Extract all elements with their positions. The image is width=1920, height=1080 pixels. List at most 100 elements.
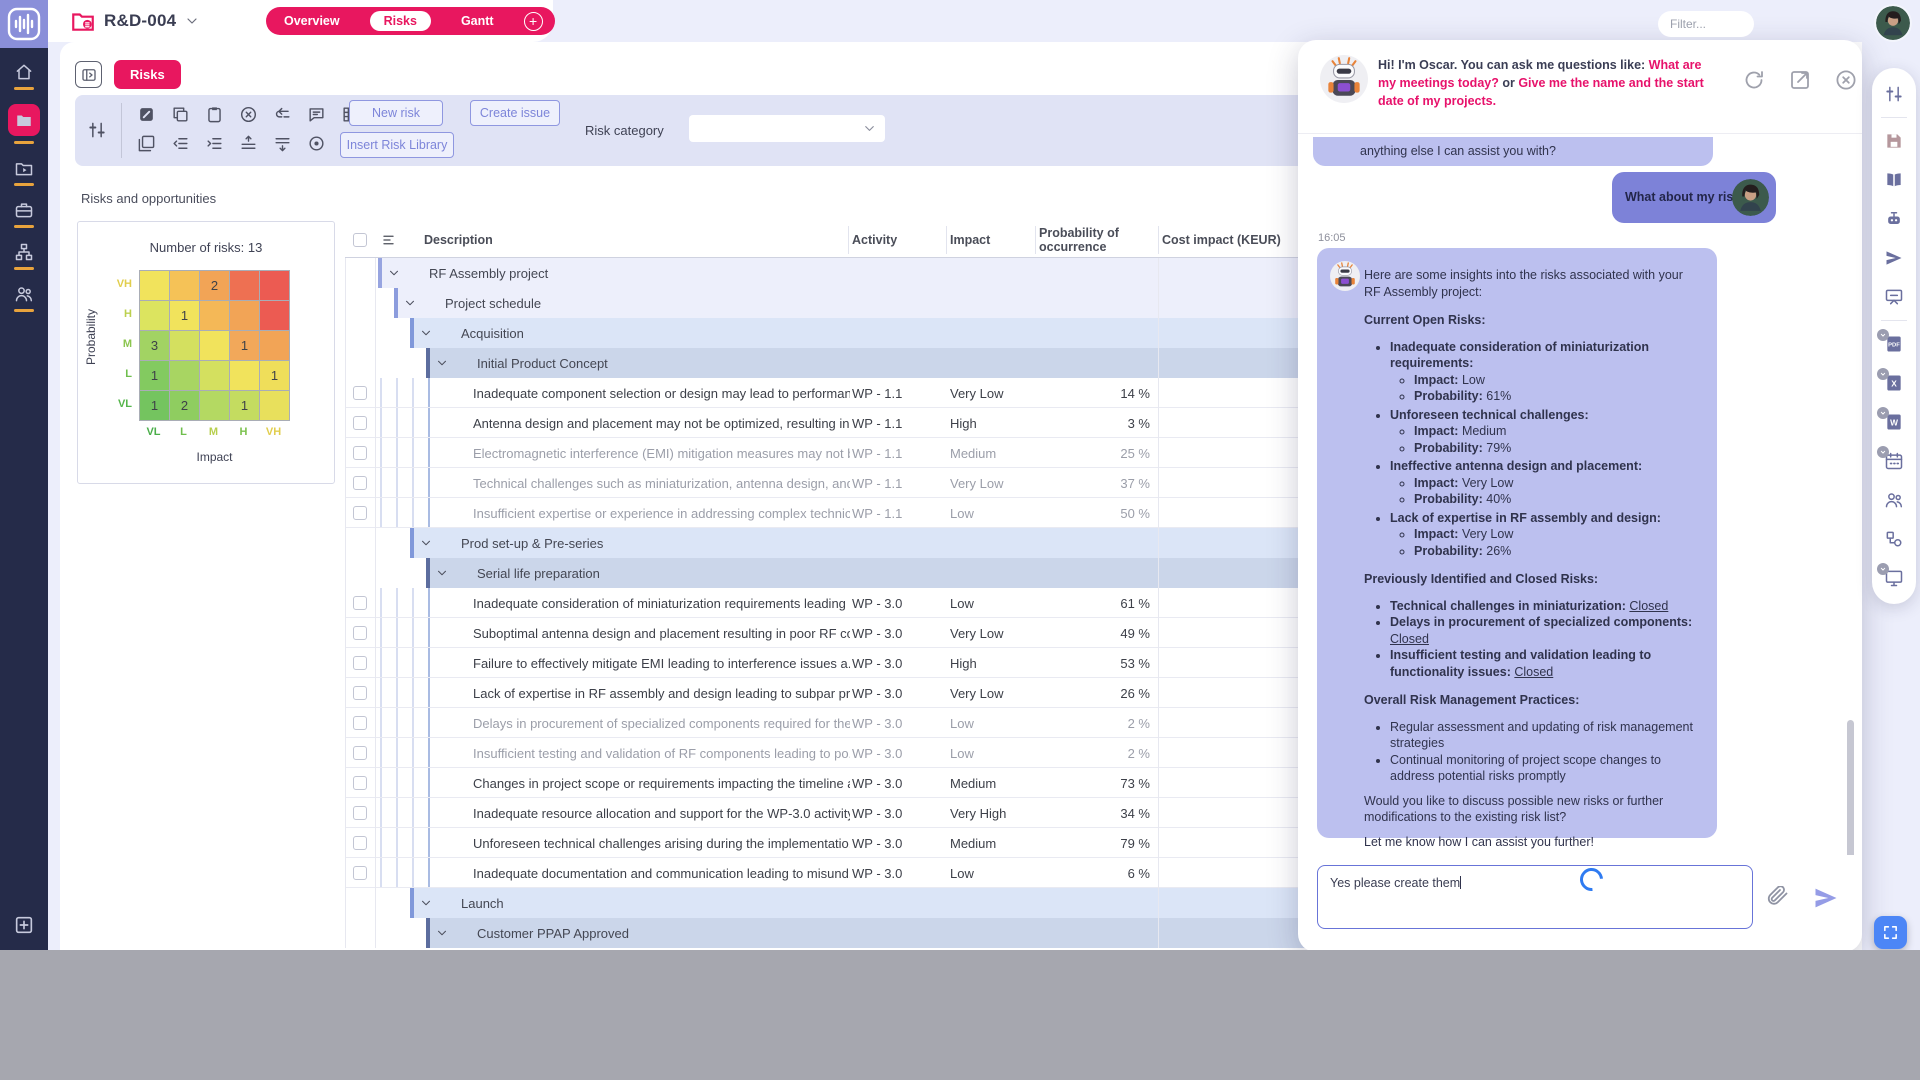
row-checkbox[interactable] — [353, 386, 367, 400]
calendar-export-button[interactable] — [1884, 451, 1904, 471]
risk-category-select[interactable] — [689, 115, 885, 142]
sidebar-item-media[interactable] — [14, 158, 34, 186]
table-row[interactable]: Inadequate documentation and communicati… — [345, 858, 1345, 888]
row-checkbox[interactable] — [353, 656, 367, 670]
matrix-cell-H-L[interactable]: 1 — [170, 301, 199, 330]
chevron-down-icon[interactable] — [419, 896, 433, 910]
refresh-icon[interactable] — [1742, 68, 1766, 92]
page-title[interactable]: Risks — [114, 60, 181, 89]
group-row-band[interactable]: Serial life preparation — [426, 558, 1345, 588]
users-button[interactable] — [1884, 490, 1904, 510]
group-row-band[interactable]: Project schedule — [394, 288, 1345, 318]
tune-button[interactable] — [1884, 84, 1904, 104]
group-row-band[interactable]: Acquisition — [410, 318, 1345, 348]
matrix-cell-M-H[interactable]: 1 — [230, 331, 259, 360]
matrix-cell-M-M[interactable] — [200, 331, 229, 360]
sidebar-add-button[interactable] — [0, 914, 48, 936]
table-row[interactable]: Changes in project scope or requirements… — [345, 768, 1345, 798]
robot-button[interactable] — [1884, 209, 1904, 229]
closed-status-link[interactable]: Closed — [1514, 665, 1553, 679]
table-row[interactable]: Inadequate consideration of miniaturizat… — [345, 588, 1345, 618]
create-issue-button[interactable]: Create issue — [470, 100, 560, 126]
sidebar-item-projects[interactable] — [8, 104, 40, 144]
save-all-button[interactable] — [133, 130, 159, 156]
select-all-checkbox[interactable] — [353, 233, 367, 247]
matrix-cell-M-VL[interactable]: 3 — [140, 331, 169, 360]
matrix-cell-L-VL[interactable]: 1 — [140, 361, 169, 390]
insert-above-button[interactable] — [235, 130, 261, 156]
matrix-cell-M-VH[interactable] — [260, 331, 289, 360]
matrix-cell-L-M[interactable] — [200, 361, 229, 390]
chevron-down-icon[interactable] — [403, 296, 417, 310]
panel-toggle-icon[interactable] — [75, 61, 102, 88]
table-row[interactable]: Unforeseen technical challenges arising … — [345, 828, 1345, 858]
target-button[interactable] — [303, 130, 329, 156]
table-row[interactable]: Insufficient expertise or experience in … — [345, 498, 1345, 528]
user-avatar[interactable] — [1876, 6, 1910, 40]
chevron-down-icon[interactable] — [435, 566, 449, 580]
table-row[interactable]: Technical challenges such as miniaturiza… — [345, 468, 1345, 498]
floppy-button[interactable] — [1884, 131, 1904, 151]
attach-icon[interactable] — [1766, 886, 1790, 910]
book-button[interactable] — [1884, 170, 1904, 190]
sidebar-item-toolbox[interactable] — [14, 200, 34, 228]
column-header-impact[interactable]: Impact — [950, 222, 1035, 258]
matrix-cell-VL-L[interactable]: 2 — [170, 391, 199, 420]
chevron-down-icon[interactable] — [419, 326, 433, 340]
table-row[interactable]: Insufficient testing and validation of R… — [345, 738, 1345, 768]
group-row-band[interactable]: Prod set-up & Pre-series — [410, 528, 1345, 558]
app-logo-icon[interactable] — [0, 0, 48, 48]
matrix-cell-VL-VH[interactable] — [260, 391, 289, 420]
matrix-cell-VH-H[interactable] — [230, 271, 259, 300]
table-row[interactable]: Lack of expertise in RF assembly and des… — [345, 678, 1345, 708]
paste-button[interactable] — [201, 101, 227, 127]
matrix-cell-VH-M[interactable]: 2 — [200, 271, 229, 300]
chevron-down-icon[interactable] — [419, 536, 433, 550]
add-tab-button[interactable]: + — [524, 12, 543, 31]
row-checkbox[interactable] — [353, 686, 367, 700]
group-row-band[interactable]: Launch — [410, 888, 1345, 918]
new-risk-button[interactable]: New risk — [349, 100, 443, 126]
chat-scrollbar[interactable] — [1847, 720, 1854, 855]
send-icon[interactable] — [1812, 884, 1840, 912]
row-checkbox[interactable] — [353, 416, 367, 430]
matrix-cell-H-VH[interactable] — [260, 301, 289, 330]
tune-icon[interactable] — [87, 120, 107, 140]
chat-messages[interactable]: anything else I can assist you with? Wha… — [1298, 135, 1862, 855]
insert-risk-library-button[interactable]: Insert Risk Library — [340, 132, 454, 158]
matrix-cell-VH-VL[interactable] — [140, 271, 169, 300]
matrix-cell-L-H[interactable] — [230, 361, 259, 390]
comment-button[interactable] — [303, 101, 329, 127]
group-row-band[interactable]: RF Assembly project — [378, 258, 1345, 288]
closed-status-link[interactable]: Closed — [1390, 632, 1429, 646]
sidebar-item-team[interactable] — [14, 284, 34, 312]
table-row[interactable]: Inadequate component selection or design… — [345, 378, 1345, 408]
matrix-cell-VL-VL[interactable]: 1 — [140, 391, 169, 420]
chevron-down-icon[interactable] — [184, 13, 200, 29]
row-checkbox[interactable] — [353, 446, 367, 460]
word-export-button[interactable]: W — [1884, 412, 1904, 432]
sidebar-item-hierarchy[interactable] — [14, 242, 34, 270]
chevron-down-icon[interactable] — [435, 926, 449, 940]
flow-button[interactable] — [1884, 529, 1904, 549]
filter-input[interactable] — [1658, 11, 1754, 37]
row-checkbox[interactable] — [353, 626, 367, 640]
table-row[interactable]: Suboptimal antenna design and placement … — [345, 618, 1345, 648]
row-checkbox[interactable] — [353, 866, 367, 880]
tab-gantt[interactable]: Gantt — [455, 11, 500, 31]
open-new-icon[interactable] — [1788, 68, 1812, 92]
matrix-cell-H-H[interactable] — [230, 301, 259, 330]
column-header-probability[interactable]: Probability of occurrence — [1039, 222, 1149, 258]
matrix-cell-VH-L[interactable] — [170, 271, 199, 300]
table-row[interactable]: Inadequate resource allocation and suppo… — [345, 798, 1345, 828]
cancel-button[interactable] — [235, 101, 261, 127]
row-checkbox[interactable] — [353, 596, 367, 610]
matrix-cell-VL-M[interactable] — [200, 391, 229, 420]
matrix-cell-M-L[interactable] — [170, 331, 199, 360]
matrix-cell-H-M[interactable] — [200, 301, 229, 330]
row-outdent-button[interactable] — [167, 130, 193, 156]
fullscreen-button[interactable] — [1874, 916, 1907, 949]
close-icon[interactable] — [1834, 68, 1858, 92]
matrix-cell-VL-H[interactable]: 1 — [230, 391, 259, 420]
tab-risks[interactable]: Risks — [370, 11, 431, 31]
